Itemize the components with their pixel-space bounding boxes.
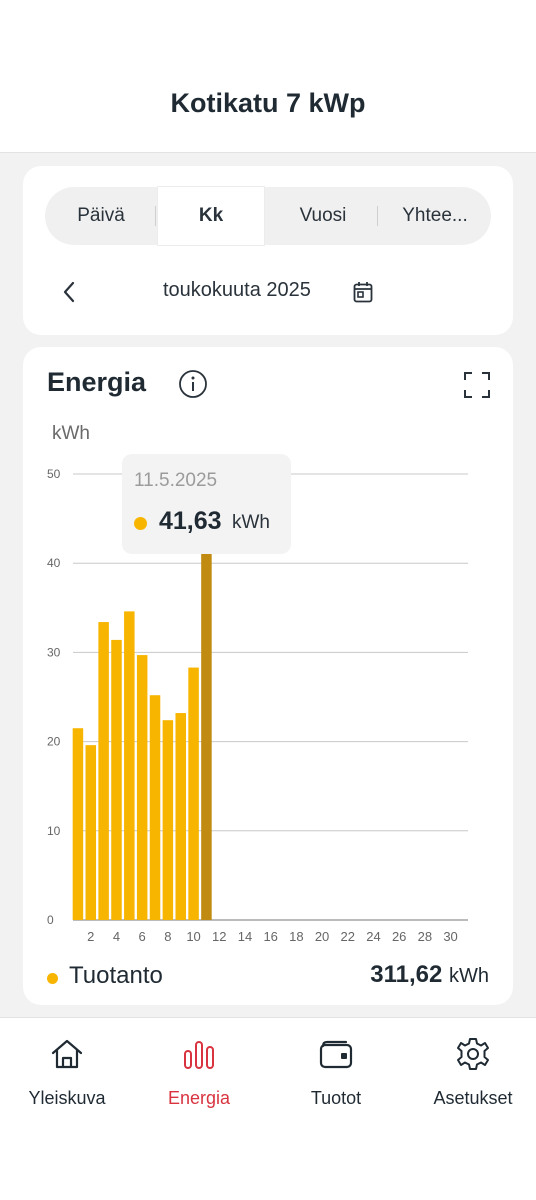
nav-item-overview[interactable]: Yleiskuva [0, 1018, 134, 1128]
nav-label: Tuotot [310, 1088, 362, 1108]
tooltip-date: 11.5.2025 [134, 470, 218, 491]
total-unit: kWh [449, 965, 489, 987]
chart-bar [175, 713, 186, 920]
legend-label: Tuotanto [69, 962, 163, 989]
x-tick-label: 14 [238, 929, 252, 944]
period-card: Päivä Kk Vuosi Yhtee... toukokuuta 2025 [23, 166, 513, 335]
x-tick-label: 24 [366, 929, 380, 944]
tab-day[interactable]: Päivä [45, 187, 157, 245]
chart-bar [124, 611, 135, 920]
x-tick-label: 28 [418, 929, 432, 944]
y-tick-label: 10 [47, 824, 61, 838]
x-tick-label: 6 [139, 929, 146, 944]
total-value: 311,62 [370, 961, 443, 988]
nav-label: Asetukset [433, 1088, 513, 1108]
chevron-left-icon[interactable] [57, 277, 81, 307]
nav-item-energy[interactable]: Energia [132, 1018, 266, 1128]
period-navigator: toukokuuta 2025 [23, 271, 513, 311]
x-tick-label: 10 [186, 929, 200, 944]
x-tick-label: 26 [392, 929, 406, 944]
nav-item-settings[interactable]: Asetukset [406, 1018, 536, 1128]
app-header: Kotikatu 7 kWp [0, 0, 536, 153]
bar-chart-icon [184, 1041, 214, 1069]
period-label[interactable]: toukokuuta 2025 [163, 279, 311, 302]
x-tick-label: 8 [164, 929, 171, 944]
legend-dot [47, 973, 58, 984]
tab-month[interactable]: Kk [157, 186, 265, 246]
energy-bar-chart: 010203040502 4 6 8 10 12 14 16 18 20 22 24 26 28 30 [47, 467, 468, 944]
period-tabs: Päivä Kk Vuosi Yhtee... [45, 186, 491, 246]
tab-divider [155, 206, 156, 226]
y-tick-label: 0 [47, 913, 54, 927]
tab-divider [377, 206, 378, 226]
chart-bar [111, 639, 122, 920]
x-tick-label: 18 [289, 929, 303, 944]
y-tick-label: 50 [47, 467, 61, 481]
nav-label: Energia [167, 1088, 231, 1108]
x-tick-label: 4 [113, 929, 120, 944]
chart-bar [136, 655, 148, 920]
y-tick-label: 40 [47, 556, 61, 570]
tooltip-series-dot [134, 517, 147, 530]
y-tick-label: 20 [47, 735, 61, 749]
energy-card: Energia kWh 0 10 20 30 40 50 2 4 6 8 10 12 14 16 18 20 2… [23, 347, 513, 1005]
wallet-icon [319, 1040, 353, 1069]
x-tick-label: 12 [212, 929, 226, 944]
nav-item-earnings[interactable]: Tuotot [269, 1018, 403, 1128]
chart-tooltip: 11.5.2025 41,63 kWh [122, 454, 291, 554]
legend-total: 311,62 kWh [370, 961, 489, 989]
home-icon [51, 1039, 83, 1069]
chart-bar [188, 667, 199, 920]
bottom-nav: Yleiskuva Energia Tuotot Asetukset [0, 1017, 536, 1200]
y-tick-label: 30 [47, 645, 61, 659]
chart-bar [85, 745, 97, 920]
gear-icon [457, 1038, 489, 1070]
tab-total[interactable]: Yhtee... [379, 187, 491, 245]
nav-label: Yleiskuva [28, 1088, 106, 1108]
chart-bar [149, 695, 161, 920]
page-title: Kotikatu 7 kWp [170, 88, 366, 118]
chart-bar [162, 720, 174, 920]
calendar-icon[interactable] [353, 281, 373, 303]
chart-bar [98, 622, 109, 920]
tooltip-unit: kWh [232, 512, 270, 533]
x-tick-label: 20 [315, 929, 329, 944]
x-tick-label: 2 [87, 929, 94, 944]
chart-bar [201, 548, 212, 920]
x-tick-label: 22 [341, 929, 355, 944]
tab-year[interactable]: Vuosi [267, 187, 379, 245]
chart-bar [72, 728, 84, 920]
tooltip-value: 41,63 [159, 507, 222, 535]
x-tick-label: 30 [443, 929, 457, 944]
x-tick-label: 16 [263, 929, 277, 944]
